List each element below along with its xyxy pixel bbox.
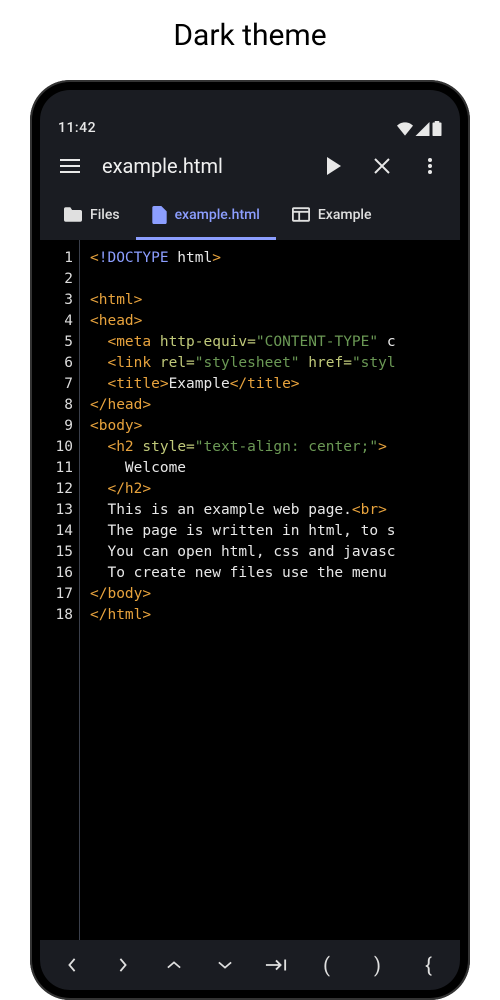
code-line[interactable]: This is an example web page.<br> — [90, 500, 460, 521]
chevron-up-icon — [167, 960, 181, 970]
line-number: 2 — [40, 269, 73, 290]
code-line[interactable]: </head> — [90, 395, 460, 416]
code-line[interactable]: <!DOCTYPE html> — [90, 248, 460, 269]
code-line[interactable]: </h2> — [90, 479, 460, 500]
phone-frame: 11:42 example.html — [30, 80, 470, 1000]
line-number: 11 — [40, 458, 73, 479]
line-number: 9 — [40, 416, 73, 437]
tab-key-button[interactable] — [250, 940, 301, 990]
menu-button[interactable] — [50, 146, 90, 186]
nav-up-button[interactable] — [148, 940, 199, 990]
line-number: 12 — [40, 479, 73, 500]
nav-prev-button[interactable] — [46, 940, 97, 990]
tab-preview[interactable]: Example — [276, 192, 388, 240]
code-editor[interactable]: 123456789101112131415161718 <!DOCTYPE ht… — [40, 240, 460, 990]
close-icon — [374, 158, 390, 174]
cell-signal-icon — [415, 122, 430, 136]
more-vert-icon — [428, 158, 432, 174]
wifi-icon — [397, 122, 413, 136]
play-icon — [326, 157, 342, 175]
rparen-button[interactable]: ) — [352, 940, 403, 990]
chevron-down-icon — [218, 960, 232, 970]
status-indicators — [397, 121, 442, 136]
lparen-button[interactable]: ( — [301, 940, 352, 990]
line-number: 5 — [40, 332, 73, 353]
code-line[interactable]: <body> — [90, 416, 460, 437]
tab-icon — [265, 958, 287, 972]
code-line[interactable]: To create new files use the menu — [90, 563, 460, 584]
tab-bar: Files example.html Example — [40, 192, 460, 240]
line-number: 14 — [40, 521, 73, 542]
code-line[interactable]: Welcome — [90, 458, 460, 479]
keyboard-accessory-bar: ( ) { — [40, 940, 460, 990]
code-line[interactable]: You can open html, css and javasc — [90, 542, 460, 563]
line-number: 13 — [40, 500, 73, 521]
code-line[interactable]: <link rel="stylesheet" href="styl — [90, 353, 460, 374]
code-line[interactable]: <html> — [90, 290, 460, 311]
code-line[interactable]: <h2 style="text-align: center;"> — [90, 437, 460, 458]
line-number: 16 — [40, 563, 73, 584]
line-number: 15 — [40, 542, 73, 563]
line-number: 3 — [40, 290, 73, 311]
line-number: 7 — [40, 374, 73, 395]
line-number: 6 — [40, 353, 73, 374]
line-number: 1 — [40, 248, 73, 269]
tab-preview-label: Example — [318, 207, 372, 223]
line-number: 8 — [40, 395, 73, 416]
document-icon — [152, 206, 167, 224]
battery-icon — [432, 121, 442, 136]
tab-files[interactable]: Files — [48, 192, 136, 240]
overflow-button[interactable] — [410, 146, 450, 186]
code-line[interactable]: <title>Example</title> — [90, 374, 460, 395]
line-number-gutter: 123456789101112131415161718 — [40, 240, 80, 990]
code-content[interactable]: <!DOCTYPE html> <html><head> <meta http-… — [80, 240, 460, 990]
close-button[interactable] — [362, 146, 402, 186]
app-bar: example.html — [40, 140, 460, 192]
code-line[interactable] — [90, 269, 460, 290]
tab-document[interactable]: example.html — [136, 192, 276, 240]
tab-files-label: Files — [90, 207, 120, 223]
code-line[interactable]: The page is written in html, to s — [90, 521, 460, 542]
code-line[interactable]: </html> — [90, 605, 460, 626]
code-line[interactable]: <meta http-equiv="CONTENT-TYPE" c — [90, 332, 460, 353]
nav-next-button[interactable] — [97, 940, 148, 990]
line-number: 17 — [40, 584, 73, 605]
code-line[interactable]: </body> — [90, 584, 460, 605]
web-icon — [292, 207, 310, 222]
line-number: 18 — [40, 605, 73, 626]
run-button[interactable] — [314, 146, 354, 186]
code-line[interactable]: <head> — [90, 311, 460, 332]
page-title: Dark theme — [0, 0, 500, 67]
line-number: 4 — [40, 311, 73, 332]
hamburger-icon — [60, 159, 80, 173]
status-time: 11:42 — [58, 120, 96, 136]
line-number: 10 — [40, 437, 73, 458]
tab-document-label: example.html — [175, 207, 260, 223]
chevron-left-icon — [67, 958, 77, 972]
lbrace-button[interactable]: { — [403, 940, 454, 990]
nav-down-button[interactable] — [199, 940, 250, 990]
chevron-right-icon — [118, 958, 128, 972]
folder-icon — [64, 207, 82, 222]
status-bar: 11:42 — [40, 90, 460, 140]
phone-screen: 11:42 example.html — [40, 90, 460, 990]
app-title: example.html — [98, 154, 306, 178]
